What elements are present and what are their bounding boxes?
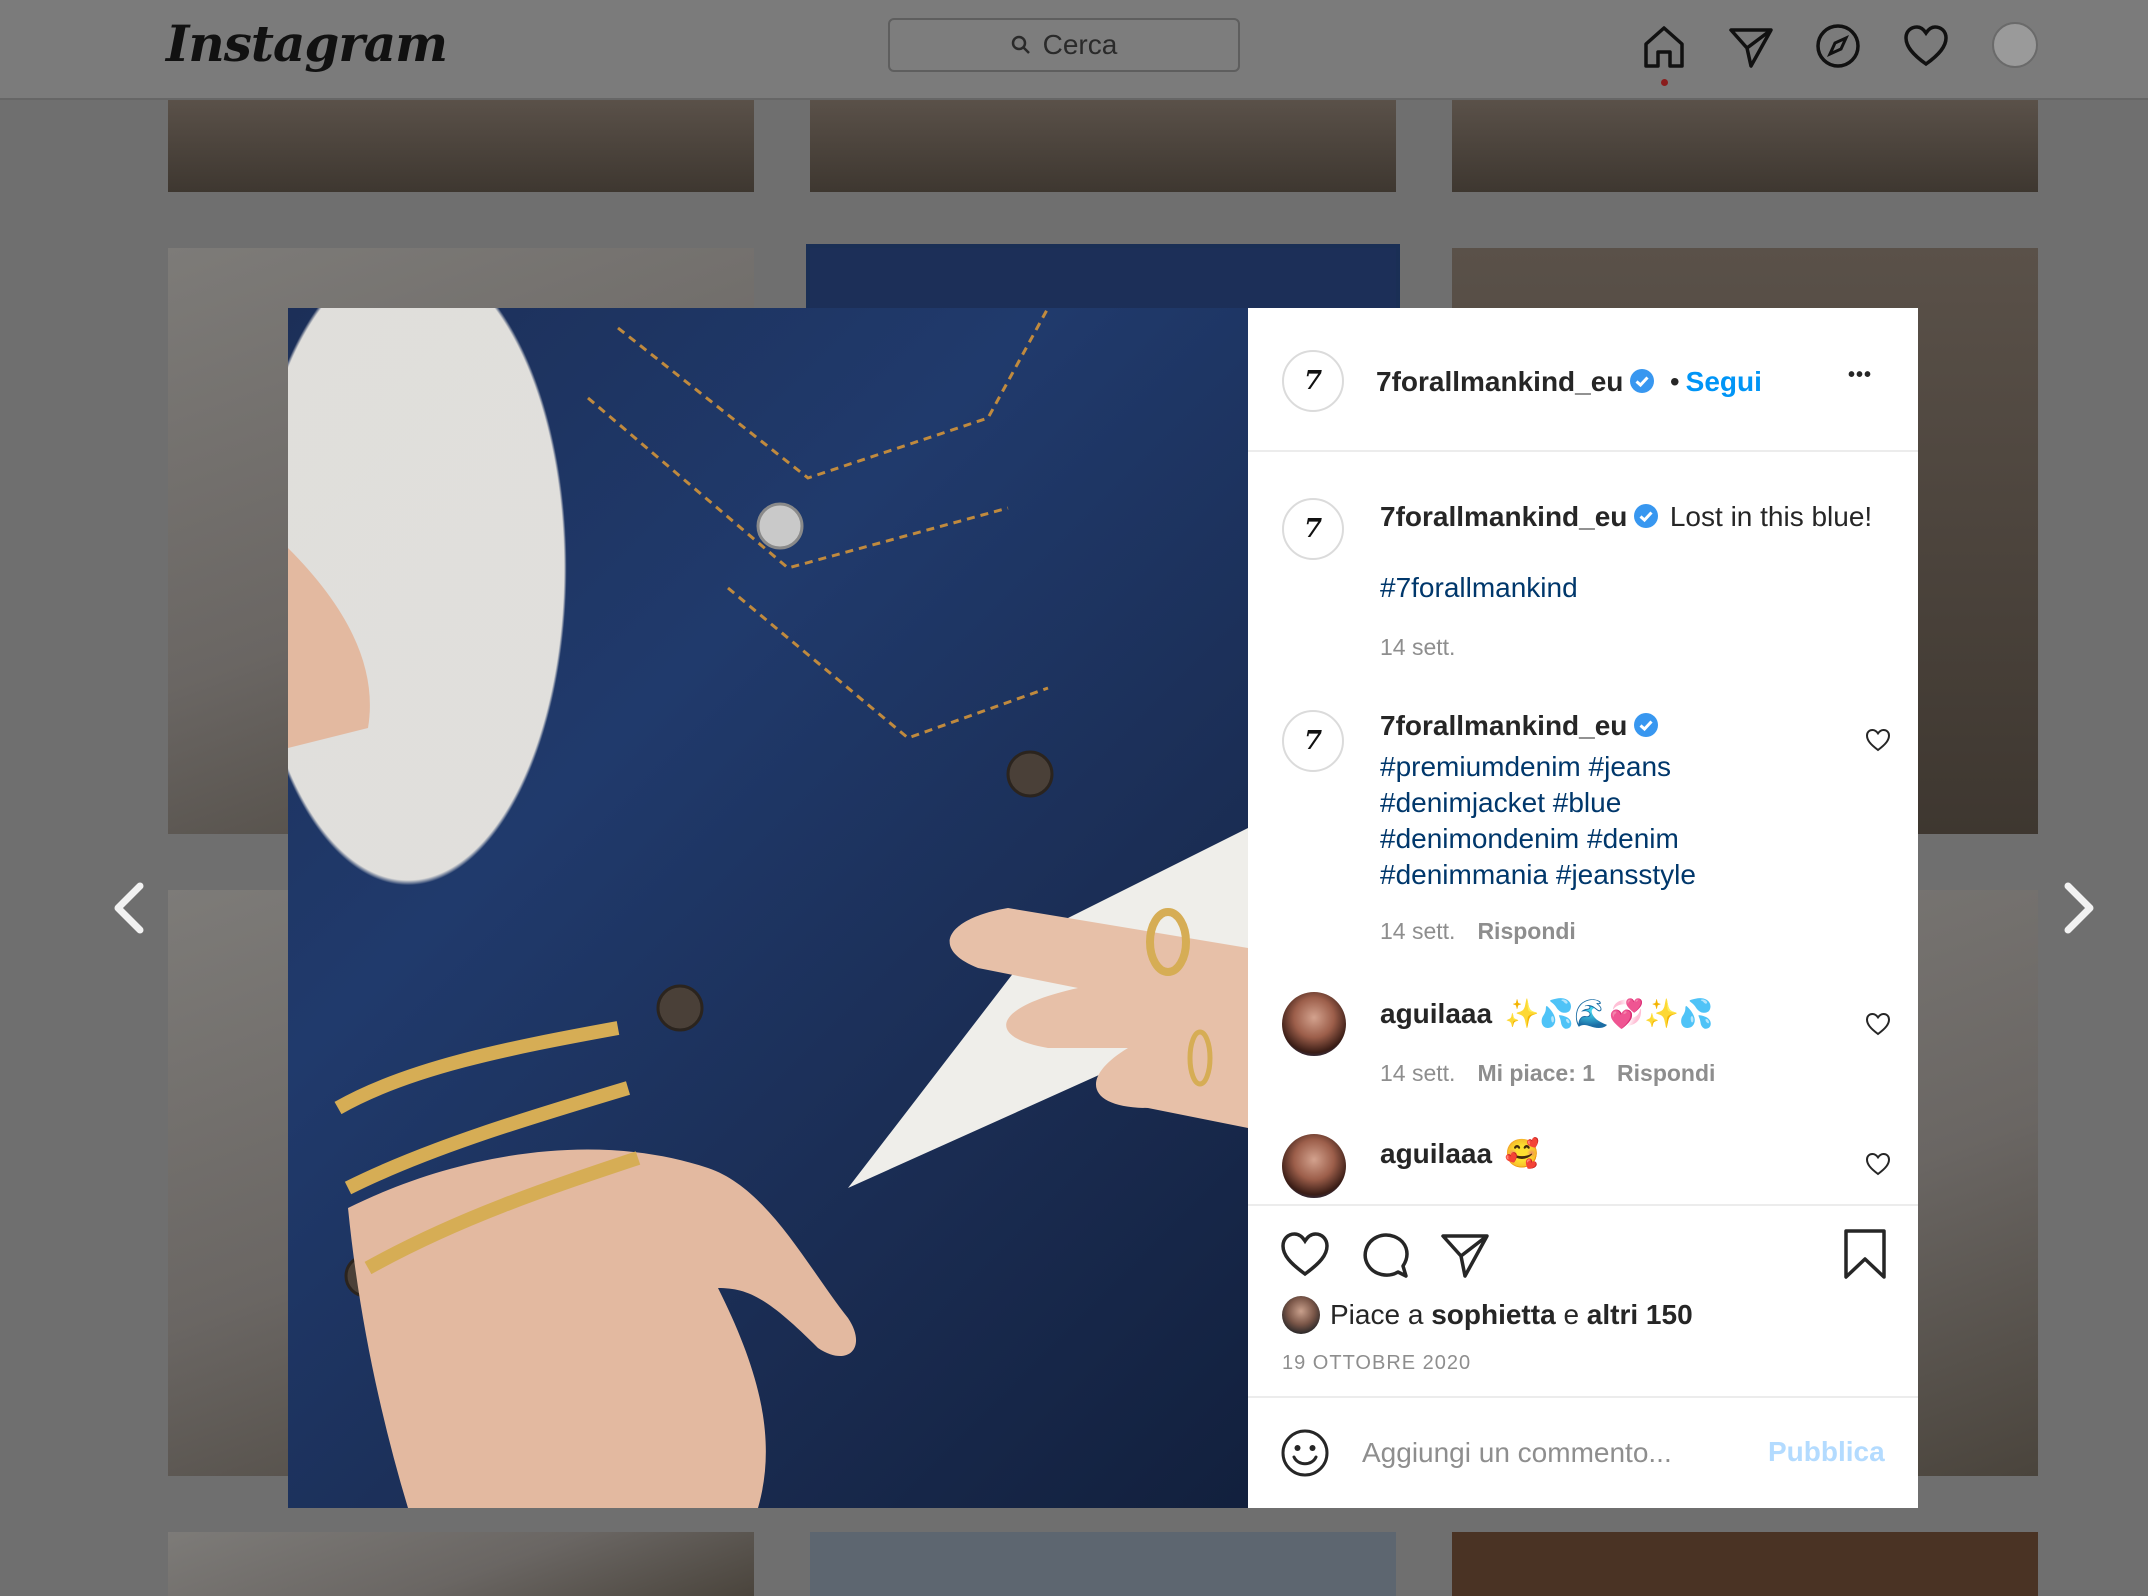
grid-post-thumbnail[interactable] bbox=[1452, 100, 2038, 192]
save-bookmark-icon[interactable] bbox=[1842, 1228, 1888, 1280]
grid-post-thumbnail[interactable] bbox=[168, 1532, 754, 1596]
like-heart-icon[interactable] bbox=[1280, 1230, 1330, 1278]
home-icon[interactable] bbox=[1640, 22, 1688, 70]
caption-author-avatar[interactable]: 7 bbox=[1282, 498, 1344, 560]
separator-dot: • bbox=[1669, 366, 1680, 397]
post-header: 7 7forallmankind_eu • Segui ••• bbox=[1248, 308, 1918, 452]
direct-message-icon[interactable] bbox=[1727, 22, 1775, 70]
reply-button[interactable]: Rispondi bbox=[1617, 1060, 1715, 1086]
comment-item: 7forallmankind_eu #premiumdenim #jeans #… bbox=[1380, 708, 1696, 893]
like-comment-heart-icon[interactable] bbox=[1864, 1150, 1892, 1178]
activity-heart-icon[interactable] bbox=[1902, 22, 1950, 70]
comment-likes-count[interactable]: Mi piace: 1 bbox=[1477, 1060, 1595, 1086]
like-comment-heart-icon[interactable] bbox=[1864, 726, 1892, 754]
notification-dot bbox=[1661, 79, 1668, 86]
emoji-smiley-icon[interactable] bbox=[1280, 1428, 1330, 1478]
publish-button[interactable]: Pubblica bbox=[1768, 1436, 1885, 1468]
comment-hashtags-line[interactable]: #denimondenim #denim bbox=[1380, 821, 1696, 857]
comment-time[interactable]: 14 sett. bbox=[1380, 1060, 1455, 1086]
brand-logo-glyph: 7 bbox=[1303, 366, 1323, 396]
comment-bubble-icon[interactable] bbox=[1360, 1230, 1410, 1280]
comment-text: ✨💦🌊💞✨💦 bbox=[1504, 998, 1714, 1029]
comment-meta: 14 sett. Rispondi bbox=[1380, 918, 1576, 945]
verified-badge-icon bbox=[1630, 369, 1655, 393]
profile-avatar[interactable] bbox=[1992, 22, 2038, 68]
follow-button[interactable]: Segui bbox=[1686, 366, 1762, 397]
divider bbox=[1248, 1204, 1918, 1206]
liker-avatar[interactable] bbox=[1282, 1296, 1320, 1334]
likes-prefix: Piace a bbox=[1330, 1299, 1424, 1330]
search-placeholder: Cerca bbox=[1042, 29, 1118, 60]
author-avatar[interactable]: 7 bbox=[1282, 350, 1344, 412]
add-comment-input[interactable] bbox=[1360, 1432, 1704, 1474]
instagram-logo[interactable]: Instagram bbox=[166, 14, 448, 73]
comment-meta: 14 sett. Mi piace: 1 Rispondi bbox=[1380, 1060, 1715, 1087]
like-comment-heart-icon[interactable] bbox=[1864, 1010, 1892, 1038]
grid-post-thumbnail[interactable] bbox=[810, 100, 1396, 192]
author-username[interactable]: 7forallmankind_eu bbox=[1376, 366, 1623, 397]
add-comment-bar: Pubblica bbox=[1248, 1396, 1918, 1508]
caption-username[interactable]: 7forallmankind_eu bbox=[1380, 501, 1627, 532]
previous-post-arrow-icon[interactable] bbox=[104, 878, 156, 938]
comment-time[interactable]: 14 sett. bbox=[1380, 918, 1455, 944]
comment-hashtags-line[interactable]: #premiumdenim #jeans bbox=[1380, 749, 1696, 785]
explore-compass-icon[interactable] bbox=[1814, 22, 1862, 70]
commenter-avatar[interactable] bbox=[1282, 1134, 1346, 1198]
caption-row: 7forallmankind_eu Lost in this blue! bbox=[1380, 498, 1872, 541]
next-post-arrow-icon[interactable] bbox=[2052, 878, 2104, 938]
grid-post-thumbnail[interactable] bbox=[1452, 1532, 2038, 1596]
search-box[interactable]: Cerca bbox=[888, 18, 1240, 72]
post-image[interactable] bbox=[288, 308, 1248, 1508]
liker-username[interactable]: sophietta bbox=[1431, 1299, 1555, 1330]
search-icon bbox=[1011, 35, 1030, 54]
post-date[interactable]: 19 OTTOBRE 2020 bbox=[1282, 1352, 1471, 1375]
comment-hashtags-line[interactable]: #denimjacket #blue bbox=[1380, 785, 1696, 821]
comment-item: aguilaaa 🥰 bbox=[1380, 1136, 1539, 1177]
post-details-panel: 7 7forallmankind_eu • Segui ••• 7 7forall… bbox=[1248, 308, 1918, 1508]
brand-logo-glyph: 7 bbox=[1303, 514, 1323, 544]
verified-badge-icon bbox=[1634, 713, 1659, 737]
reply-button[interactable]: Rispondi bbox=[1477, 918, 1575, 944]
grid-post-thumbnail[interactable] bbox=[810, 1532, 1396, 1596]
grid-post-thumbnail[interactable] bbox=[168, 100, 754, 192]
commenter-avatar[interactable] bbox=[1282, 992, 1346, 1056]
share-paper-plane-icon[interactable] bbox=[1440, 1230, 1490, 1280]
comment-username[interactable]: 7forallmankind_eu bbox=[1380, 710, 1627, 741]
top-navigation-bar: Instagram Cerca bbox=[0, 0, 2148, 100]
more-options-icon[interactable]: ••• bbox=[1848, 364, 1872, 387]
other-likes-link[interactable]: altri 150 bbox=[1587, 1299, 1693, 1330]
caption-text: Lost in this blue! bbox=[1669, 501, 1873, 532]
comment-item: aguilaaa ✨💦🌊💞✨💦 bbox=[1380, 996, 1714, 1037]
likes-summary: Piace a sophietta e altri 150 bbox=[1330, 1298, 1693, 1332]
author-row: 7forallmankind_eu • Segui bbox=[1376, 364, 1762, 405]
brand-logo-glyph: 7 bbox=[1303, 726, 1323, 756]
comment-hashtags-line[interactable]: #denimmania #jeansstyle bbox=[1380, 857, 1696, 893]
comment-username[interactable]: aguilaaa bbox=[1380, 998, 1492, 1029]
likes-conjunction: e bbox=[1563, 1299, 1580, 1330]
comment-text: 🥰 bbox=[1504, 1138, 1540, 1169]
caption-time[interactable]: 14 sett. bbox=[1380, 634, 1455, 661]
post-image-illustration bbox=[288, 308, 1248, 1508]
comment-username[interactable]: aguilaaa bbox=[1380, 1138, 1492, 1169]
verified-badge-icon bbox=[1634, 504, 1659, 528]
caption-hashtag[interactable]: #7forallmankind bbox=[1380, 570, 1578, 606]
comment-avatar[interactable]: 7 bbox=[1282, 710, 1344, 772]
